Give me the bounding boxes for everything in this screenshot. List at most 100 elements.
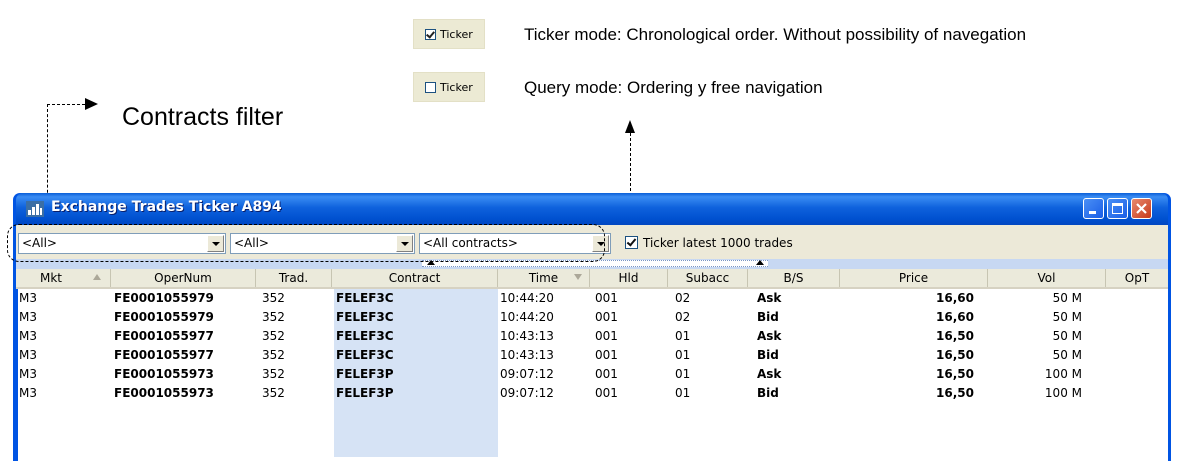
- collapse-up-icon[interactable]: [756, 260, 764, 265]
- cell-opernum: FE0001055973: [114, 386, 214, 400]
- title-bar[interactable]: Exchange Trades Ticker A894: [16, 193, 1168, 225]
- cell-price: 16,50: [936, 386, 974, 400]
- window-client: <All> <All> <All contracts> Ticker lates…: [16, 225, 1168, 461]
- contract-filter-value: <All contracts>: [423, 236, 518, 250]
- market-filter-select[interactable]: <All>: [18, 233, 226, 254]
- cell-hld: 001: [595, 291, 618, 305]
- cell-hld: 001: [595, 310, 618, 324]
- market-filter-value: <All>: [22, 236, 57, 250]
- column-header-time[interactable]: Time: [498, 269, 590, 287]
- column-header-opt[interactable]: OpT: [1106, 269, 1168, 287]
- cell-hld: 001: [595, 386, 618, 400]
- cell-time: 10:43:13: [500, 348, 554, 362]
- collapse-up-icon[interactable]: [427, 260, 435, 265]
- cell-bs: Bid: [757, 310, 779, 324]
- cell-contract: FELEF3P: [336, 386, 394, 400]
- column-header-opernum[interactable]: OperNum: [111, 269, 256, 287]
- cell-hld: 001: [595, 329, 618, 343]
- cell-price: 16,50: [936, 329, 974, 343]
- chevron-down-icon[interactable]: [396, 235, 413, 252]
- chevron-down-icon[interactable]: [592, 235, 609, 252]
- arrow-right-icon: [85, 98, 98, 110]
- ticker-checkbox[interactable]: [625, 236, 638, 249]
- exchange-trades-window: Exchange Trades Ticker A894 <All> <All> …: [13, 193, 1171, 461]
- cell-trad: 352: [262, 291, 285, 305]
- cell-subacc: 01: [675, 348, 691, 362]
- table-body: M3 FE0001055979 352 FELEF3C 10:44:20 001…: [16, 289, 1168, 403]
- checkbox-checked-icon: [425, 28, 436, 40]
- table-row[interactable]: M3 FE0001055977 352 FELEF3C 10:43:13 001…: [16, 327, 1168, 346]
- cell-mkt: M3: [19, 291, 37, 305]
- cell-vol: 50 M: [1052, 348, 1082, 362]
- table-header: Mkt OperNum Trad. Contract Time Hld Suba…: [16, 269, 1168, 289]
- table-row[interactable]: M3 FE0001055979 352 FELEF3C 10:44:20 001…: [16, 308, 1168, 327]
- cell-opernum: FE0001055979: [114, 291, 214, 305]
- legend-ticker-label: Ticker: [440, 27, 473, 41]
- cell-trad: 352: [262, 367, 285, 381]
- cell-subacc: 01: [675, 386, 691, 400]
- cell-vol: 50 M: [1052, 291, 1082, 305]
- cell-time: 10:43:13: [500, 329, 554, 343]
- cell-trad: 352: [262, 386, 285, 400]
- cell-time: 09:07:12: [500, 386, 554, 400]
- table-row[interactable]: M3 FE0001055973 352 FELEF3P 09:07:12 001…: [16, 384, 1168, 403]
- filter-toolbar: <All> <All> <All contracts> Ticker lates…: [16, 225, 1168, 259]
- window-title: Exchange Trades Ticker A894: [51, 199, 282, 215]
- ticker-checkbox-label[interactable]: Ticker latest 1000 trades: [643, 236, 793, 250]
- maximize-icon: [1112, 203, 1123, 214]
- cell-bs: Ask: [757, 329, 782, 343]
- cell-contract: FELEF3C: [336, 329, 394, 343]
- cell-price: 16,50: [936, 348, 974, 362]
- cell-vol: 50 M: [1052, 329, 1082, 343]
- column-header-price[interactable]: Price: [840, 269, 988, 287]
- ticker-checked-legend: Ticker: [413, 19, 485, 49]
- table-row[interactable]: M3 FE0001055979 352 FELEF3C 10:44:20 001…: [16, 289, 1168, 308]
- cell-opernum: FE0001055979: [114, 310, 214, 324]
- cell-opernum: FE0001055977: [114, 348, 214, 362]
- splitter-bar[interactable]: [16, 259, 1168, 269]
- arrow-up-icon: [625, 120, 635, 133]
- trades-table: Mkt OperNum Trad. Contract Time Hld Suba…: [16, 269, 1168, 461]
- cell-time: 10:44:20: [500, 310, 554, 324]
- cell-mkt: M3: [19, 329, 37, 343]
- column-header-contract[interactable]: Contract: [332, 269, 498, 287]
- close-button[interactable]: [1131, 198, 1152, 219]
- cell-vol: 100 M: [1044, 386, 1082, 400]
- cell-bs: Bid: [757, 348, 779, 362]
- cell-price: 16,60: [936, 291, 974, 305]
- trader-filter-select[interactable]: <All>: [230, 233, 415, 254]
- column-header-vol[interactable]: Vol: [988, 269, 1106, 287]
- cell-opernum: FE0001055973: [114, 367, 214, 381]
- cell-opernum: FE0001055977: [114, 329, 214, 343]
- column-header-hld[interactable]: Hld: [590, 269, 668, 287]
- column-header-subacc[interactable]: Subacc: [668, 269, 748, 287]
- cell-bs: Bid: [757, 386, 779, 400]
- column-header-bs[interactable]: B/S: [748, 269, 840, 287]
- table-row[interactable]: M3 FE0001055973 352 FELEF3P 09:07:12 001…: [16, 365, 1168, 384]
- cell-price: 16,60: [936, 310, 974, 324]
- cell-mkt: M3: [19, 348, 37, 362]
- cell-contract: FELEF3P: [336, 367, 394, 381]
- cell-time: 09:07:12: [500, 367, 554, 381]
- cell-contract: FELEF3C: [336, 291, 394, 305]
- cell-mkt: M3: [19, 386, 37, 400]
- maximize-button[interactable]: [1107, 198, 1128, 219]
- cell-subacc: 02: [675, 291, 691, 305]
- column-header-trad[interactable]: Trad.: [256, 269, 332, 287]
- cell-contract: FELEF3C: [336, 310, 394, 324]
- cell-subacc: 02: [675, 310, 691, 324]
- contract-filter-select[interactable]: <All contracts>: [419, 233, 611, 254]
- minimize-button[interactable]: [1083, 198, 1104, 219]
- chevron-down-icon[interactable]: [207, 235, 224, 252]
- sort-ascending-icon: [93, 274, 101, 280]
- cell-price: 16,50: [936, 367, 974, 381]
- column-header-mkt[interactable]: Mkt: [16, 269, 111, 287]
- app-icon: [26, 201, 44, 217]
- table-row[interactable]: M3 FE0001055977 352 FELEF3C 10:43:13 001…: [16, 346, 1168, 365]
- checkbox-unchecked-icon: [425, 81, 436, 93]
- cell-time: 10:44:20: [500, 291, 554, 305]
- contracts-filter-caption: Contracts filter: [122, 103, 284, 131]
- cell-contract: FELEF3C: [336, 348, 394, 362]
- cell-trad: 352: [262, 348, 285, 362]
- splitter-handle[interactable]: [422, 260, 768, 267]
